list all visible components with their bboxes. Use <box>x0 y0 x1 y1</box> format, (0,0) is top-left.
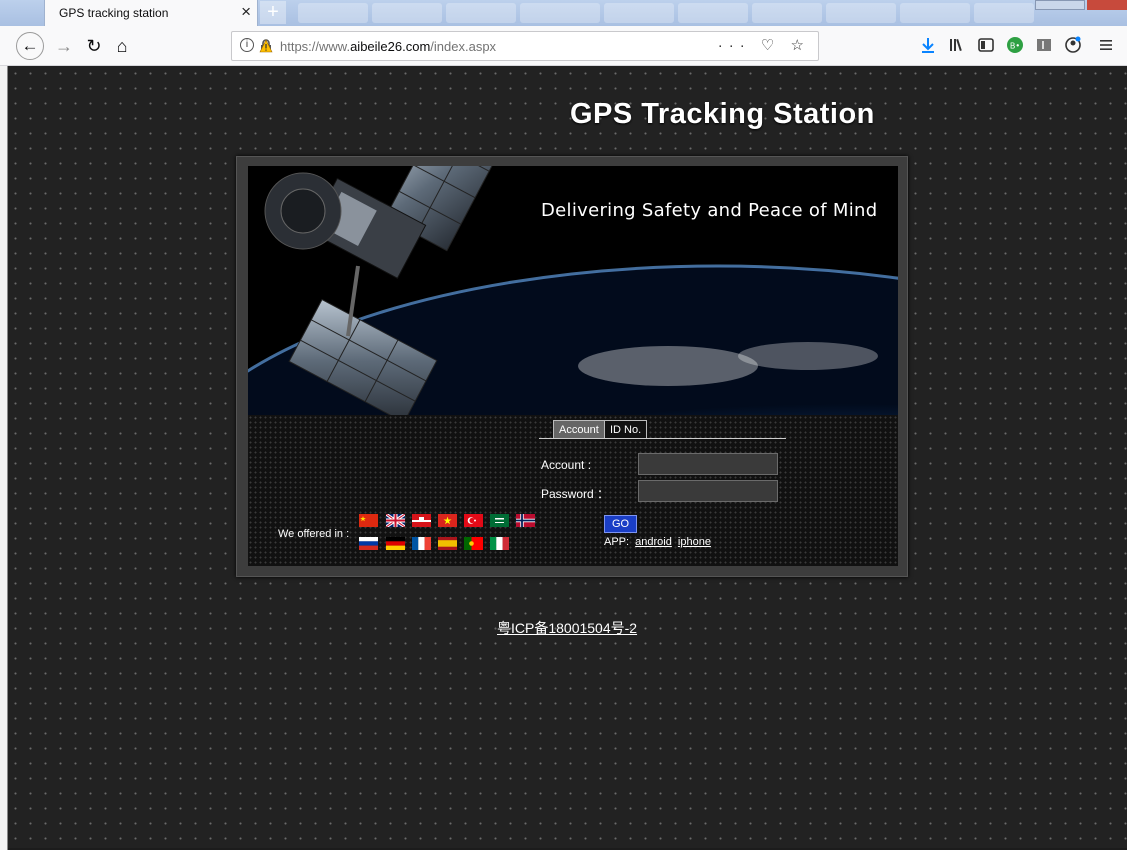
go-button[interactable]: GO <box>604 515 637 533</box>
close-tab-icon[interactable]: × <box>241 2 251 22</box>
tab-account[interactable]: Account <box>553 420 605 439</box>
close-window-button[interactable] <box>1087 0 1127 10</box>
account-input[interactable] <box>638 453 778 475</box>
site-title: GPS Tracking Station <box>570 98 875 130</box>
app-links: APP: android iphone <box>604 536 711 548</box>
germany-flag-icon[interactable] <box>386 537 405 550</box>
offered-languages-label: We offered in : <box>278 528 350 540</box>
reload-button[interactable]: ↻ <box>80 32 108 60</box>
svg-text:B•: B• <box>1010 42 1020 51</box>
tab-underline <box>539 438 786 439</box>
password-input[interactable] <box>638 480 778 502</box>
info-icon[interactable]: i <box>240 38 254 52</box>
czech-flag-icon[interactable] <box>412 514 431 527</box>
background-tab[interactable] <box>900 3 970 23</box>
saudi-flag-icon[interactable] <box>490 514 509 527</box>
library-icon[interactable] <box>946 34 968 56</box>
url-text[interactable]: https://www.aibeile26.com/index.aspx <box>280 39 496 54</box>
background-tab[interactable] <box>752 3 822 23</box>
new-tab-button[interactable]: + <box>260 1 286 24</box>
uk-flag-icon[interactable] <box>386 514 405 527</box>
background-tab[interactable] <box>298 3 368 23</box>
portugal-flag-icon[interactable] <box>464 537 483 550</box>
extension-grey-icon[interactable] <box>1033 34 1055 56</box>
active-tab[interactable]: GPS tracking station × <box>44 0 258 26</box>
background-tab[interactable] <box>520 3 600 23</box>
italy-flag-icon[interactable] <box>490 537 509 550</box>
background-tab[interactable] <box>678 3 748 23</box>
vietnam-flag-icon[interactable] <box>438 514 457 527</box>
android-link[interactable]: android <box>635 536 672 548</box>
page-actions-icon[interactable]: ··· ♡ ☆ <box>718 36 810 54</box>
tagline: Delivering Safety and Peace of Mind <box>541 200 878 221</box>
forward-button[interactable]: → <box>50 32 78 60</box>
background-tab[interactable] <box>974 3 1034 23</box>
menu-icon[interactable] <box>1095 34 1117 56</box>
russia-flag-icon[interactable] <box>359 537 378 550</box>
password-label: Password ： <box>541 487 610 501</box>
background-tab[interactable] <box>826 3 896 23</box>
spain-flag-icon[interactable] <box>438 537 457 550</box>
france-flag-icon[interactable] <box>412 537 431 550</box>
minimize-button[interactable] <box>1035 0 1085 10</box>
background-tab[interactable] <box>604 3 674 23</box>
sidebar-icon[interactable] <box>975 34 997 56</box>
navigation-toolbar: ← → ↻ ⌂ i https://www.aibeile26.com/inde… <box>0 26 1127 66</box>
download-icon[interactable] <box>917 34 939 56</box>
address-bar[interactable]: i https://www.aibeile26.com/index.aspx ·… <box>231 31 819 61</box>
extension-green-icon[interactable]: B• <box>1004 34 1026 56</box>
account-icon[interactable] <box>1062 34 1084 56</box>
tab-title: GPS tracking station <box>59 6 169 20</box>
tab-strip: GPS tracking station × + <box>0 0 1127 26</box>
turkey-flag-icon[interactable] <box>464 514 483 527</box>
window-controls <box>1035 0 1127 10</box>
background-tab[interactable] <box>446 3 516 23</box>
tab-id-no[interactable]: ID No. <box>604 420 648 439</box>
insecure-lock-icon[interactable] <box>259 39 273 53</box>
app-label: APP: <box>604 536 630 548</box>
home-button[interactable]: ⌂ <box>108 32 136 60</box>
icp-license-link[interactable]: 粤ICP备18001504号-2 <box>497 618 637 638</box>
iphone-link[interactable]: iphone <box>678 536 711 548</box>
china-flag-icon[interactable] <box>359 514 378 527</box>
account-label: Account : <box>541 458 592 472</box>
background-tab[interactable] <box>372 3 442 23</box>
norway-flag-icon[interactable] <box>516 514 535 527</box>
back-button[interactable]: ← <box>16 32 44 60</box>
window-left-edge <box>0 66 8 850</box>
